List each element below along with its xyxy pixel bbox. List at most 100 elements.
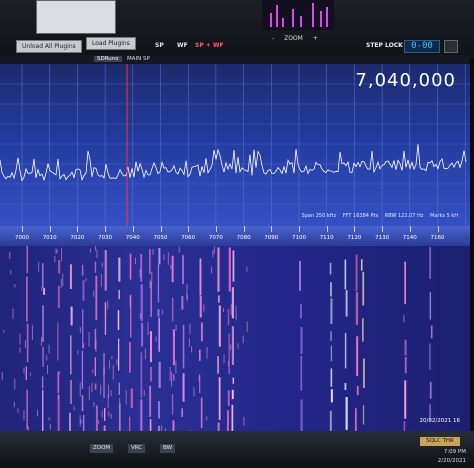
waterfall-signal-streak bbox=[42, 389, 44, 431]
fft-label: FFT 16384 Pts bbox=[342, 213, 379, 219]
waterfall-signal-streak bbox=[218, 377, 221, 420]
waterfall-signal-streak bbox=[172, 420, 175, 431]
waterfall-noise-dot bbox=[246, 321, 248, 332]
waterfall-signal-streak bbox=[82, 309, 84, 349]
waterfall-signal-streak bbox=[150, 281, 152, 317]
waterfall-noise-dot bbox=[100, 384, 102, 395]
waterfall-signal-streak bbox=[345, 396, 348, 430]
window-edge bbox=[470, 58, 474, 431]
waterfall-noise-dot bbox=[206, 416, 208, 421]
frequency-tick-mark bbox=[437, 226, 439, 232]
zoom-plus-button[interactable]: + bbox=[313, 35, 318, 42]
unload-all-plugins-button[interactable]: Unload All Plugins bbox=[16, 40, 82, 53]
waterfall-signal-streak bbox=[57, 322, 59, 361]
waterfall-noise-dot bbox=[54, 255, 56, 263]
waterfall-noise-dot bbox=[198, 375, 200, 381]
frequency-tick-label: 7010 bbox=[42, 235, 57, 241]
waterfall-signal-streak bbox=[26, 323, 29, 363]
sp-mode-button[interactable]: SP bbox=[155, 42, 164, 49]
waterfall-signal-streak bbox=[26, 276, 28, 322]
waterfall-signal-streak bbox=[104, 249, 107, 291]
waterfall-signal-streak bbox=[42, 305, 44, 343]
waterfall-signal-streak bbox=[182, 324, 185, 369]
waterfall-noise-dot bbox=[41, 286, 43, 291]
frequency-tick-label: 7160 bbox=[430, 235, 445, 241]
waterfall-noise-dot bbox=[119, 397, 121, 404]
waterfall-noise-dot bbox=[193, 387, 195, 397]
waterfall-signal-streak bbox=[231, 389, 234, 400]
waterfall-noise-dot bbox=[110, 413, 112, 420]
frequency-readout[interactable]: 7,040,000 bbox=[355, 70, 456, 91]
zoom-control[interactable]: - ZOOM + bbox=[268, 35, 322, 42]
waterfall-signal-streak bbox=[217, 422, 220, 431]
tab-sdruno[interactable]: SDRuno bbox=[94, 56, 122, 62]
waterfall-noise-dot bbox=[149, 279, 151, 289]
wf-mode-button[interactable]: WF bbox=[177, 42, 188, 49]
waterfall-signal-streak bbox=[218, 305, 221, 347]
waterfall-signal-streak bbox=[81, 350, 84, 390]
waterfall-signal-streak bbox=[182, 373, 185, 402]
waterfall-signal-streak bbox=[199, 295, 202, 318]
waterfall-noise-dot bbox=[61, 247, 63, 262]
waterfall-signal-streak bbox=[231, 287, 234, 319]
waterfall-signal-streak bbox=[70, 380, 72, 404]
waterfall-noise-dot bbox=[92, 369, 94, 373]
waterfall-noise-dot bbox=[24, 340, 26, 348]
frequency-tick-label: 7090 bbox=[264, 235, 279, 241]
waterfall-noise-dot bbox=[10, 270, 12, 275]
waterfall-noise-dot bbox=[243, 416, 245, 426]
waterfall-noise-dot bbox=[223, 354, 225, 364]
frequency-tick-label: 7060 bbox=[181, 235, 196, 241]
waterfall-noise-dot bbox=[109, 360, 111, 369]
waterfall-noise-dot bbox=[186, 284, 188, 300]
load-plugins-button[interactable]: Load Plugins bbox=[86, 37, 136, 50]
sp-wf-mode-button[interactable]: SP + WF bbox=[195, 42, 224, 49]
waterfall-signal-streak bbox=[70, 335, 72, 375]
waterfall-noise-dot bbox=[230, 344, 232, 351]
waterfall-signal-streak bbox=[57, 285, 60, 308]
waterfall-signal-streak bbox=[130, 388, 133, 409]
waterfall-signal-streak bbox=[227, 390, 230, 407]
step-value-display: 0-00 bbox=[404, 40, 440, 53]
waterfall-signal-streak bbox=[150, 366, 152, 382]
tab-main-sp[interactable]: MAIN SP bbox=[124, 56, 153, 62]
zoom-minus-button[interactable]: - bbox=[272, 35, 274, 42]
vrc-button[interactable]: VRC bbox=[128, 444, 146, 453]
frequency-tick-label: 7080 bbox=[236, 235, 251, 241]
waterfall-signal-streak bbox=[227, 308, 230, 326]
waterfall-noise-dot bbox=[171, 372, 173, 387]
waterfall-noise-dot bbox=[48, 417, 50, 421]
waterfall-noise-dot bbox=[57, 393, 59, 399]
waterfall-signal-streak bbox=[217, 247, 220, 292]
waterfall-signal-streak bbox=[26, 246, 28, 273]
spectrum-display[interactable]: 7,040,000 Span 250 kHz FFT 16384 Pts RBW… bbox=[0, 64, 470, 226]
waterfall-display[interactable]: 20/02/2021 16 bbox=[0, 246, 470, 431]
waterfall-noise-dot bbox=[19, 333, 21, 345]
window-close-button[interactable] bbox=[444, 40, 458, 53]
waterfall-noise-dot bbox=[23, 367, 25, 374]
bw-button[interactable]: BW bbox=[160, 444, 176, 453]
waterfall-noise-dot bbox=[170, 264, 172, 270]
waterfall-signal-streak bbox=[344, 332, 347, 369]
waterfall-noise-dot bbox=[228, 360, 230, 367]
zoom-button[interactable]: ZOOM bbox=[90, 444, 114, 453]
frequency-tick-label: 7040 bbox=[125, 235, 140, 241]
waterfall-signal-streak bbox=[181, 296, 184, 310]
step-lock-label[interactable]: STEP LOCK bbox=[366, 42, 403, 49]
sqlc-threshold-button[interactable]: SQLC THR bbox=[420, 437, 460, 446]
waterfall-signal-streak bbox=[430, 325, 433, 339]
waterfall-signal-streak bbox=[171, 297, 174, 322]
waterfall-signal-streak bbox=[118, 257, 121, 282]
top-toolbar: Unload All Plugins Load Plugins SP WF SP… bbox=[0, 0, 474, 58]
waterfall-signal-streak bbox=[429, 381, 432, 399]
frequency-scale[interactable]: 7000 7010 7020 7030 7040 7050 7060 7070 7080 7090… bbox=[0, 226, 470, 246]
waterfall-graph bbox=[1, 246, 433, 431]
waterfall-signal-streak bbox=[117, 310, 120, 330]
waterfall-noise-dot bbox=[95, 246, 97, 251]
waterfall-noise-dot bbox=[79, 382, 81, 397]
waterfall-signal-streak bbox=[140, 322, 144, 347]
spectrum-info: Span 250 kHz FFT 16384 Pts RBW 122.07 Hz… bbox=[297, 213, 458, 219]
waterfall-noise-dot bbox=[173, 332, 175, 337]
waterfall-noise-dot bbox=[79, 415, 81, 427]
waterfall-signal-streak bbox=[57, 395, 60, 431]
